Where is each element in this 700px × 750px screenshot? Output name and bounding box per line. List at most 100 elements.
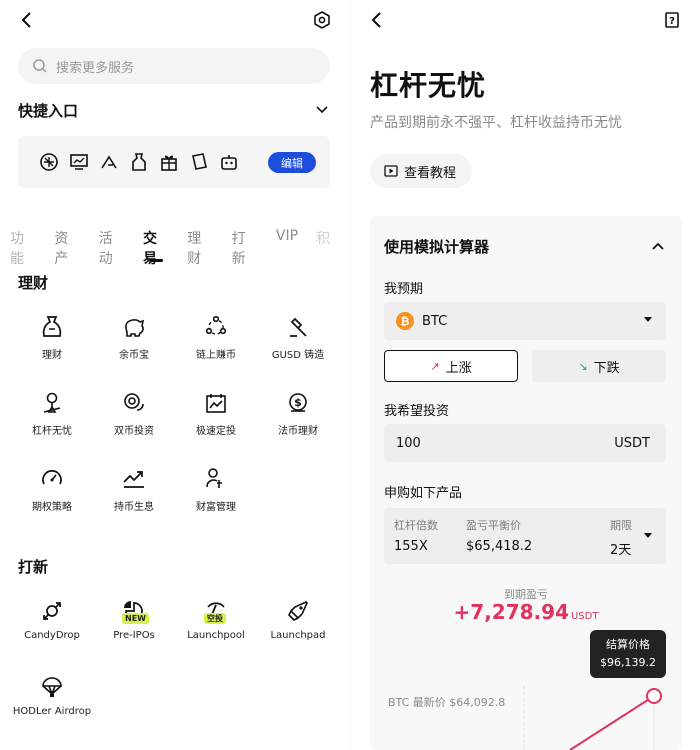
play-icon [384,165,398,177]
finance-section-title: 理财 [18,274,49,292]
dual-coin-icon [121,390,147,416]
amount-input[interactable]: 100 USDT [384,424,666,462]
service-pre-ipos[interactable]: NEW Pre-IPOs [94,598,174,641]
search-placeholder: 搜索更多服务 [56,60,135,76]
subscribe-label: 申购如下产品 [384,486,463,501]
lever-worry-free-panel: ? 杠杆无忧 产品到期前永不强平、杠杆收益持币无忧 查看教程 使用模拟计算器 我… [352,0,700,750]
quick-entry-card: 编辑 [18,136,330,188]
pnl-unit: USDT [570,611,599,622]
service-wealth-management[interactable]: 财富管理 [176,466,256,513]
service-hodler-airdrop[interactable]: HODLer Airdrop [12,674,92,717]
airdrop-badge: 空投 [204,613,226,624]
candy-icon [39,598,65,624]
page-title: 杠杆无忧 [370,69,487,102]
tab-finance[interactable]: 理财 [187,228,213,267]
service-label: GUSD 铸造 [271,350,325,361]
service-licai[interactable]: 理财 [12,314,92,361]
btc-icon: ₿ [396,312,414,330]
settle-point[interactable] [646,688,662,704]
trend-up-icon: ↗ [430,359,440,373]
tutorial-label: 查看教程 [404,165,457,181]
service-label: 持币生息 [114,502,154,513]
chain-nodes-icon [203,314,229,340]
term-label: 期限 [610,519,632,532]
tab-features[interactable]: 功能 [10,228,36,267]
help-icon[interactable]: ? [660,8,684,32]
service-lever-worry-free[interactable]: 杠杆无忧 [12,390,92,437]
launch-section-title: 打新 [18,558,49,576]
coin-select[interactable]: ₿ BTC [384,302,666,340]
svg-text:$: $ [294,396,302,409]
service-launchpool[interactable]: 空投 Launchpool [176,598,256,641]
amount-unit: USDT [614,435,650,451]
direction-up-button[interactable]: ↗ 上涨 [384,350,518,382]
service-candydrop[interactable]: CandyDrop [12,598,92,641]
back-icon[interactable] [14,8,38,32]
amount-value: 100 [396,435,421,451]
service-dual-invest[interactable]: 双币投资 [94,390,174,437]
up-label: 上涨 [445,360,472,376]
parachute-icon [39,674,65,700]
term-column: 期限 2天 [610,517,632,558]
money-bag-icon [39,314,65,340]
gauge-icon [39,466,65,492]
pnl-value: +7,278.94 USDT [370,600,682,624]
leverage-label: 杠杆倍数 [394,519,438,532]
chart-icon[interactable] [64,151,94,173]
person-money-icon [203,466,229,492]
service-label: 法币理财 [278,426,318,437]
service-label: HODLer Airdrop [12,706,92,717]
search-input[interactable]: 搜索更多服务 [18,48,330,84]
calculator-card: 使用模拟计算器 我预期 ₿ BTC ↗ 上涨 ↘ 下跌 我希望投资 100 US [370,216,682,750]
leverage-value: 155X [394,539,428,554]
back-icon[interactable] [364,8,388,32]
gift-box-icon[interactable] [34,151,64,173]
direction-down-button[interactable]: ↘ 下跌 [532,350,666,382]
cards-icon[interactable] [184,151,214,173]
view-tutorial-button[interactable]: 查看教程 [370,154,472,188]
tab-vip[interactable]: VIP [276,228,298,252]
chevron-down-icon[interactable] [310,98,334,122]
piggy-bank-icon [121,314,147,340]
down-label: 下跌 [593,360,620,376]
quick-entry-title: 快捷入口 [18,102,79,120]
hammer-icon [285,314,311,340]
service-label: 期权策略 [32,502,72,513]
edit-button[interactable]: 编辑 [268,152,316,173]
tab-launch[interactable]: 打新 [232,228,258,267]
tab-trade[interactable]: 交易 [143,228,169,267]
tab-more[interactable]: 积 [316,228,330,252]
service-label: 理财 [42,350,62,361]
new-badge: NEW [122,613,149,624]
service-label: 杠杆无忧 [32,426,72,437]
settings-hex-icon[interactable] [310,8,334,32]
chevron-up-icon[interactable] [646,234,670,258]
arrow-icon[interactable] [94,151,124,173]
service-options-strategy[interactable]: 期权策略 [12,466,92,513]
service-label: Pre-IPOs [113,630,155,641]
invest-label: 我希望投资 [384,404,450,419]
growth-icon [121,466,147,492]
category-tabs: 功能 资产 活动 交易 理财 打新 VIP 积 [10,228,348,267]
page-subtitle: 产品到期前永不强平、杠杆收益持币无忧 [370,115,622,131]
tab-assets[interactable]: 资产 [54,228,80,267]
service-gusd-mint[interactable]: GUSD 铸造 [258,314,338,361]
service-yubibao[interactable]: 余币宝 [94,314,174,361]
breakeven-column: 盈亏平衡价 $65,418.2 [466,517,532,554]
bag-icon[interactable] [124,151,154,173]
payoff-line [569,695,655,750]
gift-icon[interactable] [154,151,184,173]
calculator-title: 使用模拟计算器 [384,238,490,256]
service-label: CandyDrop [24,630,80,641]
robot-icon[interactable] [214,151,244,173]
service-auto-invest[interactable]: 极速定投 [176,390,256,437]
calendar-chart-icon [203,390,229,416]
term-value: 2天 [610,543,632,558]
tab-activities[interactable]: 活动 [99,228,125,267]
leverage-column: 杠杆倍数 155X [394,517,438,554]
service-hold-earn[interactable]: 持币生息 [94,466,174,513]
service-onchain-earn[interactable]: 链上赚币 [176,314,256,361]
service-launchpad[interactable]: Launchpad [258,598,338,641]
service-fiat-finance[interactable]: $ 法币理财 [258,390,338,437]
product-select[interactable]: 杠杆倍数 155X 盈亏平衡价 $65,418.2 期限 2天 [384,508,666,564]
